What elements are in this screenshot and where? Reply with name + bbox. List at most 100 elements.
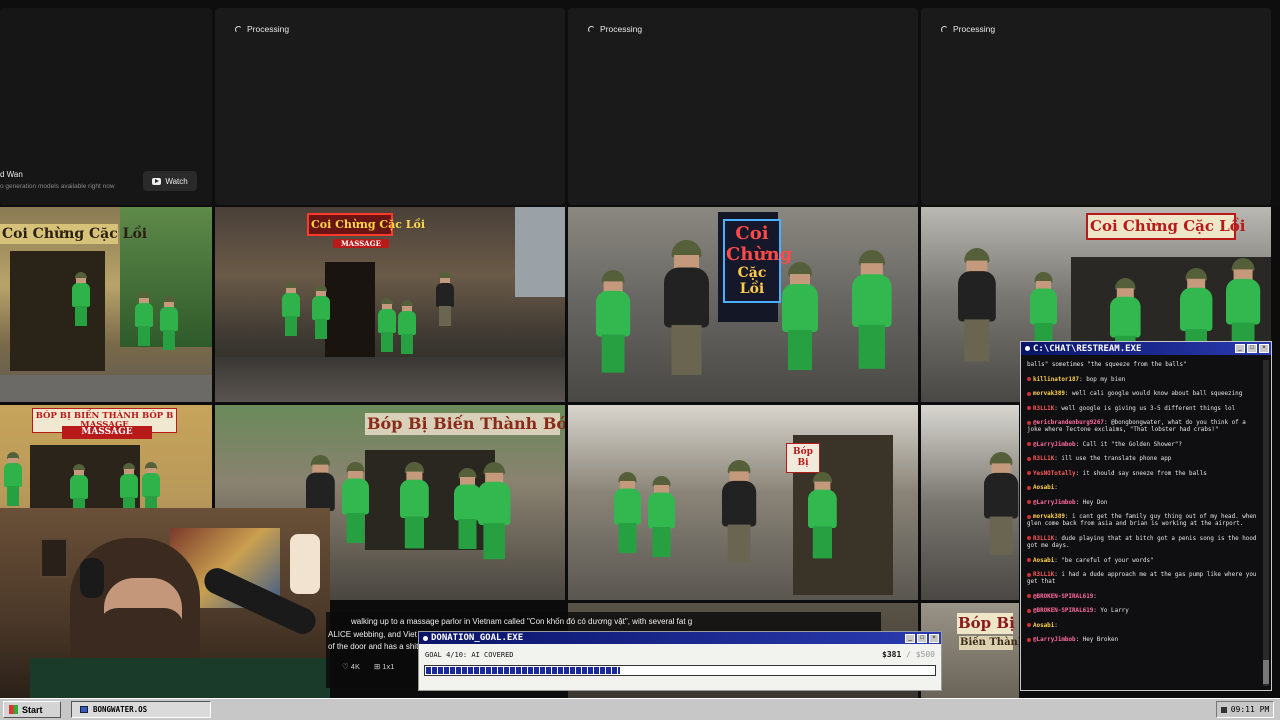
goal-current: $381 (882, 650, 902, 659)
neon-sign: Coi Chừng Cặc Lồi (723, 219, 793, 303)
maximize-button[interactable]: □ (917, 634, 927, 643)
youtube-icon (152, 177, 162, 185)
processing-label: Processing (247, 24, 290, 34)
chat-username[interactable]: @BROKEN-SPIRAL619 (1033, 608, 1093, 614)
chat-username[interactable]: morvak389 (1033, 514, 1065, 520)
chat-username[interactable]: killinator187 (1033, 377, 1079, 383)
user-badge-icon (1027, 456, 1031, 461)
chat-scrollbar[interactable] (1263, 360, 1269, 686)
window-titlebar[interactable]: DONATION_GOAL.EXE (419, 632, 941, 644)
window-icon (1025, 346, 1030, 351)
shop-sign: Bóp Bị (957, 613, 1015, 634)
promo-title: d Wan (0, 170, 23, 179)
donation-goal-window: DONATION_GOAL.EXE _ □ × GOAL 4/10: AI CO… (418, 631, 942, 691)
chat-message: @ericbrandenburg9267: @bongbongwater, wh… (1027, 420, 1259, 434)
neon-line: Cặc Lồi (737, 265, 767, 298)
user-badge-icon (1027, 637, 1031, 642)
start-button[interactable]: Start (3, 701, 61, 718)
chat-text: : it should say sneeze from the balls (1075, 470, 1207, 477)
processing-card[interactable]: Processing (921, 8, 1271, 205)
chat-message: R3LL1K: well google is giving us 3-5 dif… (1027, 406, 1259, 413)
spinner-icon (588, 25, 595, 33)
chat-username[interactable]: R3LL1K (1033, 406, 1054, 412)
chat-username[interactable]: R3LL1K (1033, 536, 1054, 542)
neon-line: Chừng (726, 243, 793, 265)
caption-line: walking up to a massage parlor in Vietna… (351, 617, 693, 626)
chat-message: R3LL1K: dude playing that at bitch got a… (1027, 536, 1259, 550)
windows-logo-icon (9, 705, 18, 714)
maximize-button[interactable]: □ (1247, 344, 1257, 353)
massage-sign: MASSAGE (333, 239, 389, 248)
chat-message: @BROKEN-SPIRAL619: Yo Larry (1027, 608, 1259, 615)
chat-message: Aosabi: "be careful of your words" (1027, 558, 1259, 565)
chat-text: : i had a dude approach me at the gas pu… (1027, 572, 1257, 586)
taskbar: Start BONGWATER.OS 09:11 PM (0, 698, 1280, 720)
chat-username[interactable]: Aosabi (1033, 485, 1054, 491)
likes-count[interactable]: ♡ 4K (342, 662, 360, 671)
chat-text: : dude playing that at bitch got a penis… (1027, 535, 1257, 550)
watch-button[interactable]: Watch (143, 171, 197, 191)
chat-text: : bop my bien (1079, 376, 1126, 383)
chat-username[interactable]: morvak389 (1033, 391, 1065, 397)
window-titlebar[interactable]: C:\CHAT\RESTREAM.EXE (1021, 342, 1271, 355)
user-badge-icon (1027, 558, 1031, 563)
taskbar-item[interactable]: BONGWATER.OS (71, 701, 211, 718)
chat-username[interactable]: @LarryJimbob (1033, 637, 1076, 643)
chat-username[interactable]: @ericbrandenburg9267 (1033, 420, 1104, 426)
chat-username[interactable]: @BROKEN-SPIRAL619 (1033, 594, 1093, 600)
user-badge-icon (1027, 623, 1031, 628)
chat-message: @LarryJimbob: Hey Broken (1027, 637, 1259, 644)
chat-text: : Hey Don (1075, 499, 1108, 506)
chat-username[interactable]: Aosabi (1033, 623, 1054, 629)
chat-text: : "be careful of your words" (1054, 557, 1154, 564)
chat-window: C:\CHAT\RESTREAM.EXE _ □ × balls" someti… (1020, 341, 1272, 691)
scroll-thumb[interactable] (1263, 660, 1269, 684)
shop-sign: Coi Chừng Cặc Lồi (1086, 213, 1246, 240)
caption-line: ALICE webbing, and Viet (328, 630, 417, 639)
close-button[interactable]: × (1259, 344, 1269, 353)
shop-sign: Bóp Bị (786, 443, 820, 473)
minimize-button[interactable]: _ (905, 634, 915, 643)
chat-username[interactable]: R3LL1K (1033, 456, 1054, 462)
chat-text: : well cali google would know about ball… (1064, 391, 1243, 397)
chat-username[interactable]: @LarryJimbob (1033, 500, 1076, 506)
chat-username[interactable]: YesNOTotally (1033, 471, 1076, 477)
generated-image[interactable]: Coi Chừng Cặc Lồi (0, 207, 212, 402)
processing-card[interactable]: Processing (568, 8, 918, 205)
minimize-button[interactable]: _ (1235, 344, 1245, 353)
goal-amount: $381 / $500 (882, 650, 935, 659)
window-title: C:\CHAT\RESTREAM.EXE (1033, 343, 1142, 354)
webcam-feed (0, 508, 330, 698)
user-badge-icon (1027, 485, 1031, 490)
shop-sign: Coi Chừng Cặc Lồi (0, 224, 148, 244)
massage-sign: MASSAGE (62, 426, 152, 439)
caption-line: of the door and has a shit (328, 642, 419, 651)
goal-label: GOAL 4/10: AI COVERED (425, 651, 514, 659)
chat-message: R3LL1K: ill use the translate phone app (1027, 456, 1259, 463)
chat-message: @BROKEN-SPIRAL619: (1027, 594, 1259, 601)
chat-message: Aosabi: (1027, 623, 1259, 630)
processing-card[interactable]: Processing (215, 8, 565, 205)
chat-username[interactable]: R3LL1K (1033, 572, 1054, 578)
chat-text: : well google is giving us 3-5 different… (1054, 405, 1236, 412)
chat-message: YesNOTotally: it should say sneeze from … (1027, 471, 1259, 478)
chat-message: morvak389: i cant get the family guy thi… (1027, 514, 1259, 528)
clock-time: 09:11 PM (1230, 705, 1270, 714)
aspect-ratio[interactable]: ⊞ 1x1 (374, 662, 394, 671)
app-icon (80, 706, 88, 713)
user-badge-icon (1027, 471, 1031, 476)
chat-username[interactable]: @LarryJimbob (1033, 442, 1076, 448)
plush-figure (290, 534, 320, 594)
close-button[interactable]: × (929, 634, 939, 643)
user-badge-icon (1027, 391, 1031, 396)
goal-total: / $500 (906, 650, 935, 659)
neon-line: Coi (735, 223, 769, 244)
tray-icon (1220, 706, 1227, 713)
system-clock[interactable]: 09:11 PM (1216, 701, 1274, 718)
user-badge-icon (1027, 377, 1031, 381)
chat-message: R3LL1K: i had a dude approach me at the … (1027, 572, 1259, 586)
user-badge-icon (1027, 406, 1031, 410)
shop-sign: Bóp Bị Biến Thành Bóp B (365, 413, 565, 435)
chat-username[interactable]: Aosabi (1033, 558, 1054, 564)
chat-text: : Yo Larry (1093, 608, 1129, 615)
